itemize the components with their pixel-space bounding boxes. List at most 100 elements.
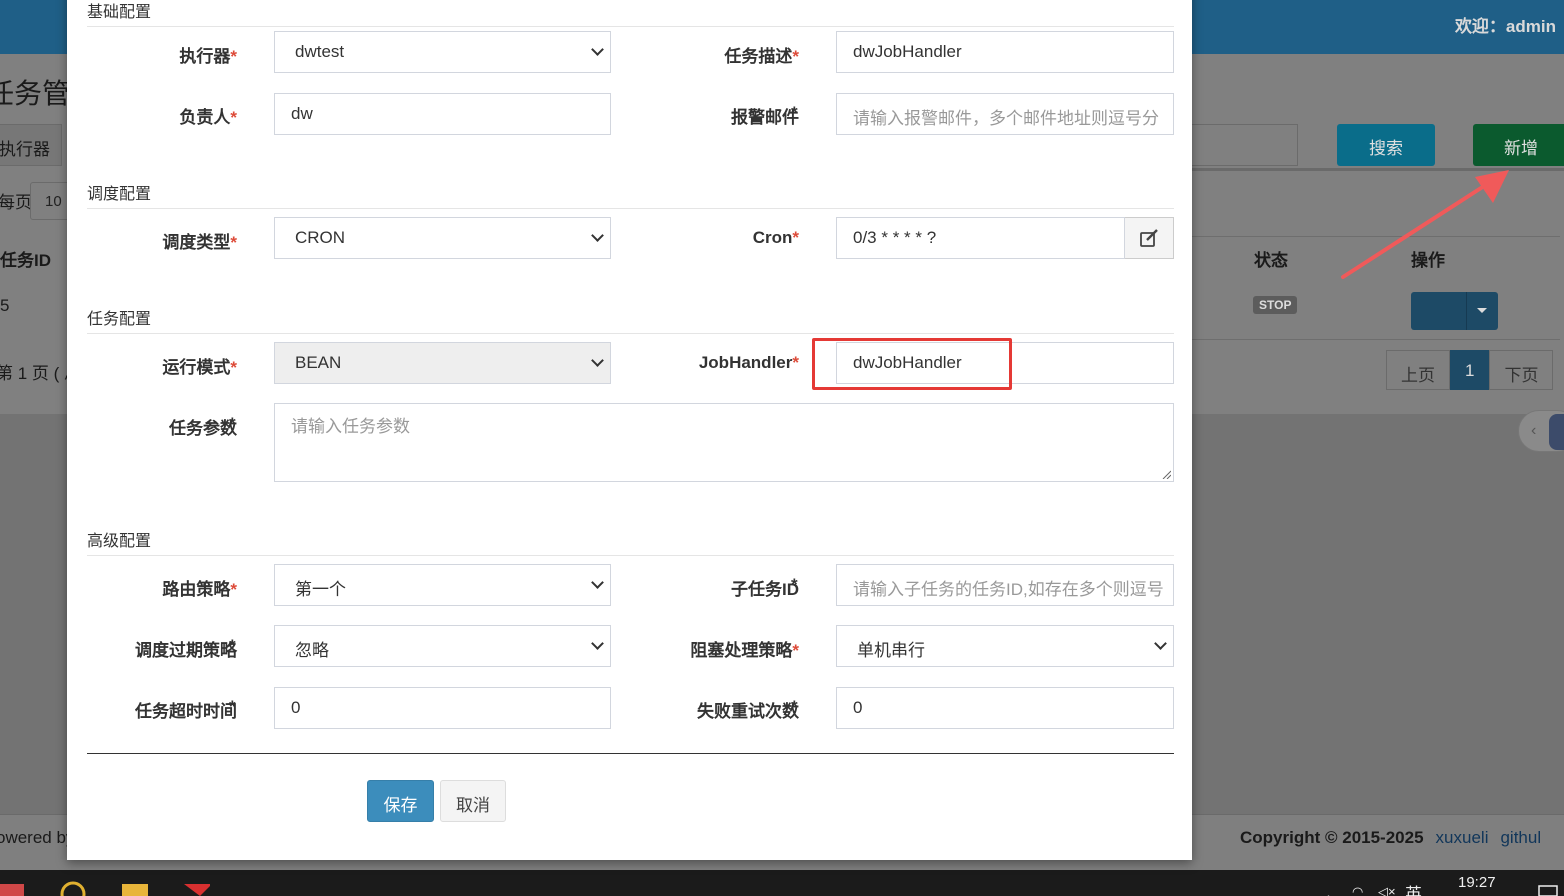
add-button[interactable]: 新增 [1473, 124, 1564, 166]
operate-label: 操作 [1425, 301, 1564, 326]
label-job-desc-text: 任务描述 [724, 47, 793, 66]
label-block-strategy: 阻塞处理策略* [599, 636, 799, 661]
section-schedule: 调度配置 [87, 180, 1174, 209]
label-route-strategy: 路由策略* [37, 575, 237, 600]
child-job-input[interactable]: 请输入子任务的任务ID,如存在多个则逗号 [836, 564, 1174, 606]
label-retry: 失败重试次数 [697, 702, 799, 721]
required-mark: * [791, 697, 798, 716]
volume-icon[interactable]: ◁× [1378, 884, 1396, 896]
pagination: 上页 1 下页 [1386, 350, 1554, 390]
wifi-icon[interactable]: ◠ [1352, 884, 1363, 896]
per-page-select[interactable]: 10 [30, 182, 70, 220]
misfire-select[interactable]: 忽略 [274, 625, 611, 667]
section-task: 任务配置 [87, 305, 1174, 334]
github-link[interactable]: githul [1500, 828, 1541, 847]
ime-indicator[interactable]: 英 [1405, 880, 1422, 896]
next-page-button[interactable]: 下页 [1489, 350, 1554, 390]
label-job-handler: JobHandler* [599, 353, 799, 373]
label-schedule-type: 调度类型* [37, 228, 237, 253]
required-mark: * [792, 228, 799, 247]
caret-down-icon[interactable] [1477, 308, 1487, 313]
label-glue-type-text: 运行模式 [162, 358, 231, 377]
highlight-box [812, 338, 1012, 390]
table-row-id: 5 [0, 296, 10, 315]
label-author-text: 负责人 [179, 108, 231, 127]
required-mark: * [791, 103, 798, 122]
label-job-param: 任务参数 [169, 419, 237, 438]
route-strategy-select[interactable]: 第一个 [274, 564, 611, 606]
label-route-strategy-text: 路由策略 [162, 580, 231, 599]
author-input[interactable]: dw [274, 93, 611, 135]
save-button[interactable]: 保存 [367, 780, 434, 822]
required-mark: * [230, 358, 237, 377]
annotation-arrow-icon [1341, 170, 1509, 279]
copyright: Copyright © 2015-2025 xuxueli githul [1240, 828, 1541, 848]
label-executor-text: 执行器 [179, 47, 231, 66]
welcome-user[interactable]: 欢迎：admin [1455, 12, 1556, 37]
chevron-left-icon: ‹ [1531, 422, 1537, 439]
job-param-placeholder: 请输入任务参数 [291, 417, 410, 436]
label-cron: Cron* [599, 228, 799, 248]
label-alarm-email: 报警邮件 [731, 108, 799, 127]
section-advanced: 高级配置 [87, 527, 1174, 556]
retry-input[interactable]: 0 [836, 687, 1174, 729]
cancel-button[interactable]: 取消 [440, 780, 506, 822]
label-author: 负责人* [37, 103, 237, 128]
label-glue-type: 运行模式* [37, 353, 237, 378]
label-job-handler-text: JobHandler [698, 353, 793, 372]
copyright-text: Copyright © 2015-2025 [1240, 828, 1424, 847]
required-mark: * [230, 233, 237, 252]
header-status: 状态 [1254, 251, 1288, 270]
search-button[interactable]: 搜索 [1337, 124, 1435, 166]
timeout-input[interactable]: 0 [274, 687, 611, 729]
folder-icon[interactable] [122, 880, 148, 896]
required-mark: * [792, 641, 799, 660]
cron-edit-button[interactable] [1125, 217, 1174, 259]
editor-icon[interactable] [184, 880, 210, 896]
glue-type-select[interactable]: BEAN [274, 342, 611, 384]
page-1-button[interactable]: 1 [1450, 350, 1490, 390]
avatar [1549, 414, 1564, 450]
required-mark: * [230, 580, 237, 599]
form-divider [87, 753, 1174, 754]
cron-input[interactable]: 0/3 * * * * ? [836, 217, 1125, 259]
required-mark: * [229, 636, 236, 655]
prev-page-button[interactable]: 上页 [1386, 350, 1450, 390]
operate-dropdown-button[interactable]: 操作 [1411, 292, 1498, 330]
clock[interactable]: 19:27 [1458, 874, 1496, 891]
required-mark: * [229, 697, 236, 716]
app-icon[interactable] [0, 880, 26, 896]
required-mark: * [791, 575, 798, 594]
label-cron-text: Cron [752, 228, 793, 247]
author-link[interactable]: xuxueli [1436, 828, 1489, 847]
per-page-label: 每页 [0, 193, 32, 212]
chevron-up-icon[interactable]: ︿ [1322, 884, 1335, 896]
job-param-textarea[interactable]: 请输入任务参数 [274, 403, 1174, 482]
required-mark: * [230, 47, 237, 66]
block-strategy-select[interactable]: 单机串行 [836, 625, 1174, 667]
required-mark: * [230, 108, 237, 127]
alarm-email-input[interactable]: 请输入报警邮件，多个邮件地址则逗号分 [836, 93, 1174, 135]
executor-select[interactable]: dwtest [274, 31, 611, 73]
powered-by: owered by [0, 828, 75, 847]
notification-icon[interactable] [1538, 880, 1564, 896]
edit-job-modal: 基础配置 调度配置 任务配置 高级配置 执行器* dwtest 任务描述* dw… [67, 0, 1192, 860]
required-mark: * [792, 353, 799, 372]
resize-handle-icon[interactable] [1161, 469, 1171, 479]
side-float-tab[interactable]: ‹ [1518, 410, 1564, 452]
schedule-type-select[interactable]: CRON [274, 217, 611, 259]
executor-filter-label: 执行器 [0, 124, 62, 166]
button-separator [1466, 292, 1467, 330]
section-basic: 基础配置 [87, 0, 1174, 27]
label-schedule-type-text: 调度类型 [162, 233, 231, 252]
required-mark: * [229, 414, 236, 433]
label-block-strategy-text: 阻塞处理策略 [690, 641, 793, 660]
label-child-job: 子任务ID [731, 580, 799, 599]
browser-icon[interactable] [60, 880, 86, 896]
label-executor: 执行器* [37, 42, 237, 67]
required-mark: * [792, 47, 799, 66]
label-job-desc: 任务描述* [599, 42, 799, 67]
job-desc-input[interactable]: dwJobHandler [836, 31, 1174, 73]
filter-input[interactable] [1190, 124, 1298, 166]
label-timeout: 任务超时时间 [135, 702, 237, 721]
